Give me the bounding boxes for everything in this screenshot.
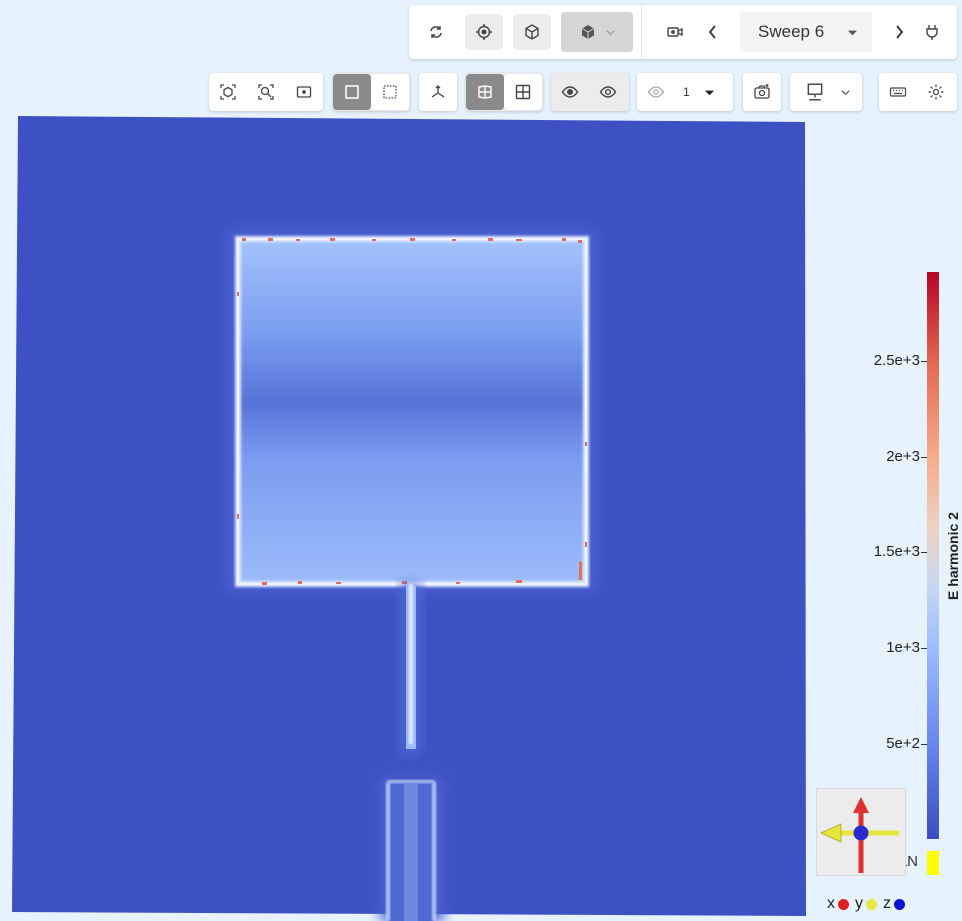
port-edge-right bbox=[432, 782, 436, 921]
split-view-button[interactable] bbox=[466, 74, 504, 110]
sweep-group: Sweep 6 bbox=[642, 5, 946, 59]
axes-button[interactable] bbox=[419, 74, 457, 110]
screenshot-button[interactable] bbox=[743, 74, 781, 110]
record-button[interactable] bbox=[656, 14, 694, 50]
chevron-left-icon bbox=[708, 25, 716, 39]
orientation-axes bbox=[820, 797, 899, 873]
monitor-button[interactable] bbox=[790, 74, 840, 110]
field-render[interactable] bbox=[0, 112, 810, 921]
select-box-icon bbox=[345, 85, 359, 99]
caret-down-icon bbox=[847, 30, 858, 35]
sweep-select-value: Sweep 6 bbox=[758, 22, 825, 41]
port-edge-left bbox=[386, 782, 390, 921]
split-view-icon bbox=[478, 85, 492, 99]
camera-video-icon bbox=[667, 27, 683, 37]
patch-upper bbox=[238, 239, 586, 407]
chevron-down-icon[interactable] bbox=[840, 87, 851, 98]
solid-view-dropdown[interactable] bbox=[561, 12, 633, 52]
axis-x-label: x bbox=[827, 895, 835, 912]
selection-toolbar bbox=[333, 73, 410, 111]
colorbar-tick-mark bbox=[921, 648, 927, 649]
crosshair-icon bbox=[476, 24, 492, 40]
colorbar-tick-label: 1.5e+3 bbox=[873, 543, 920, 560]
patch-lower bbox=[238, 407, 586, 584]
zoom-region-icon bbox=[258, 84, 274, 100]
layout-toolbar bbox=[466, 73, 543, 111]
axes-legend: x y z bbox=[827, 895, 908, 913]
select-dotted-button[interactable] bbox=[371, 74, 409, 110]
hide-button[interactable] bbox=[551, 74, 589, 110]
colorbar-tick-label: 2e+3 bbox=[886, 448, 920, 465]
keyboard-shortcuts-button[interactable] bbox=[879, 74, 917, 110]
monitor-icon bbox=[807, 83, 823, 101]
eye-show-icon bbox=[599, 86, 617, 98]
layer-count-select[interactable]: 1 bbox=[675, 85, 715, 99]
sync-icon bbox=[430, 26, 442, 38]
fit-box-icon bbox=[296, 86, 312, 98]
next-sweep-button[interactable] bbox=[880, 14, 918, 50]
colorbar-tick-label: 5e+2 bbox=[886, 735, 920, 752]
fit-object-icon bbox=[220, 84, 236, 100]
port-center bbox=[404, 784, 418, 921]
plug-icon bbox=[926, 25, 938, 40]
fit-box-button[interactable] bbox=[285, 74, 323, 110]
caret-down-icon bbox=[704, 90, 714, 95]
screenshot-toolbar bbox=[743, 73, 781, 111]
layer-toolbar: 1 bbox=[637, 73, 733, 111]
colorbar-tick-label: 2.5e+3 bbox=[873, 352, 920, 369]
chevron-down-icon bbox=[605, 29, 615, 35]
layer-visibility-button[interactable] bbox=[637, 74, 675, 110]
select-box-button[interactable] bbox=[333, 74, 371, 110]
monitor-toolbar bbox=[790, 73, 862, 111]
axes-icon bbox=[431, 85, 445, 98]
axis-x-dot bbox=[838, 898, 849, 910]
layer-count-value: 1 bbox=[683, 85, 690, 99]
center-target-button[interactable] bbox=[465, 14, 503, 50]
colorbar-tick-mark bbox=[921, 552, 927, 553]
settings-icon bbox=[928, 84, 944, 100]
select-dotted-icon bbox=[383, 85, 397, 99]
axis-z-dot bbox=[894, 898, 905, 910]
wireframe-view-button[interactable] bbox=[513, 14, 551, 50]
feed-line-core bbox=[409, 584, 413, 744]
port-edge-top bbox=[388, 780, 434, 783]
keyboard-icon bbox=[889, 87, 907, 97]
nan-color-swatch bbox=[927, 851, 939, 875]
chevron-right-icon bbox=[896, 25, 904, 39]
settings-toolbar bbox=[879, 73, 957, 111]
colorbar-tick-label: 1e+3 bbox=[886, 639, 920, 656]
top-toolbar: Sweep 6 bbox=[409, 5, 957, 59]
sync-button[interactable] bbox=[417, 14, 455, 50]
connect-button[interactable] bbox=[918, 14, 946, 50]
screenshot-icon bbox=[754, 84, 770, 99]
colorbar-tick-mark bbox=[921, 744, 927, 745]
visibility-toolbar bbox=[551, 73, 629, 111]
axis-z-label: z bbox=[883, 895, 891, 912]
fit-object-button[interactable] bbox=[209, 74, 247, 110]
grid-view-icon bbox=[515, 84, 531, 100]
axes-toolbar bbox=[419, 73, 457, 111]
zoom-region-button[interactable] bbox=[247, 74, 285, 110]
orientation-widget[interactable] bbox=[816, 788, 906, 876]
view-mode-group bbox=[409, 5, 633, 59]
show-button[interactable] bbox=[589, 74, 627, 110]
cube-outline-icon bbox=[525, 24, 539, 40]
settings-button[interactable] bbox=[917, 74, 955, 110]
eye-layer-icon bbox=[647, 86, 665, 98]
colorbar-tick-mark bbox=[921, 361, 927, 362]
grid-view-button[interactable] bbox=[504, 74, 542, 110]
previous-sweep-button[interactable] bbox=[694, 14, 732, 50]
cube-solid-icon bbox=[581, 25, 594, 39]
axis-y-dot bbox=[866, 898, 877, 910]
colorbar-tick-mark bbox=[921, 457, 927, 458]
eye-hide-icon bbox=[561, 86, 579, 98]
colorbar-title: E harmonic 2 bbox=[945, 512, 961, 600]
camera-toolbar bbox=[209, 73, 323, 111]
axis-y-label: y bbox=[855, 895, 863, 912]
colorbar-gradient bbox=[927, 272, 939, 839]
field-viewport[interactable] bbox=[0, 112, 810, 921]
sweep-select[interactable]: Sweep 6 bbox=[740, 12, 872, 52]
